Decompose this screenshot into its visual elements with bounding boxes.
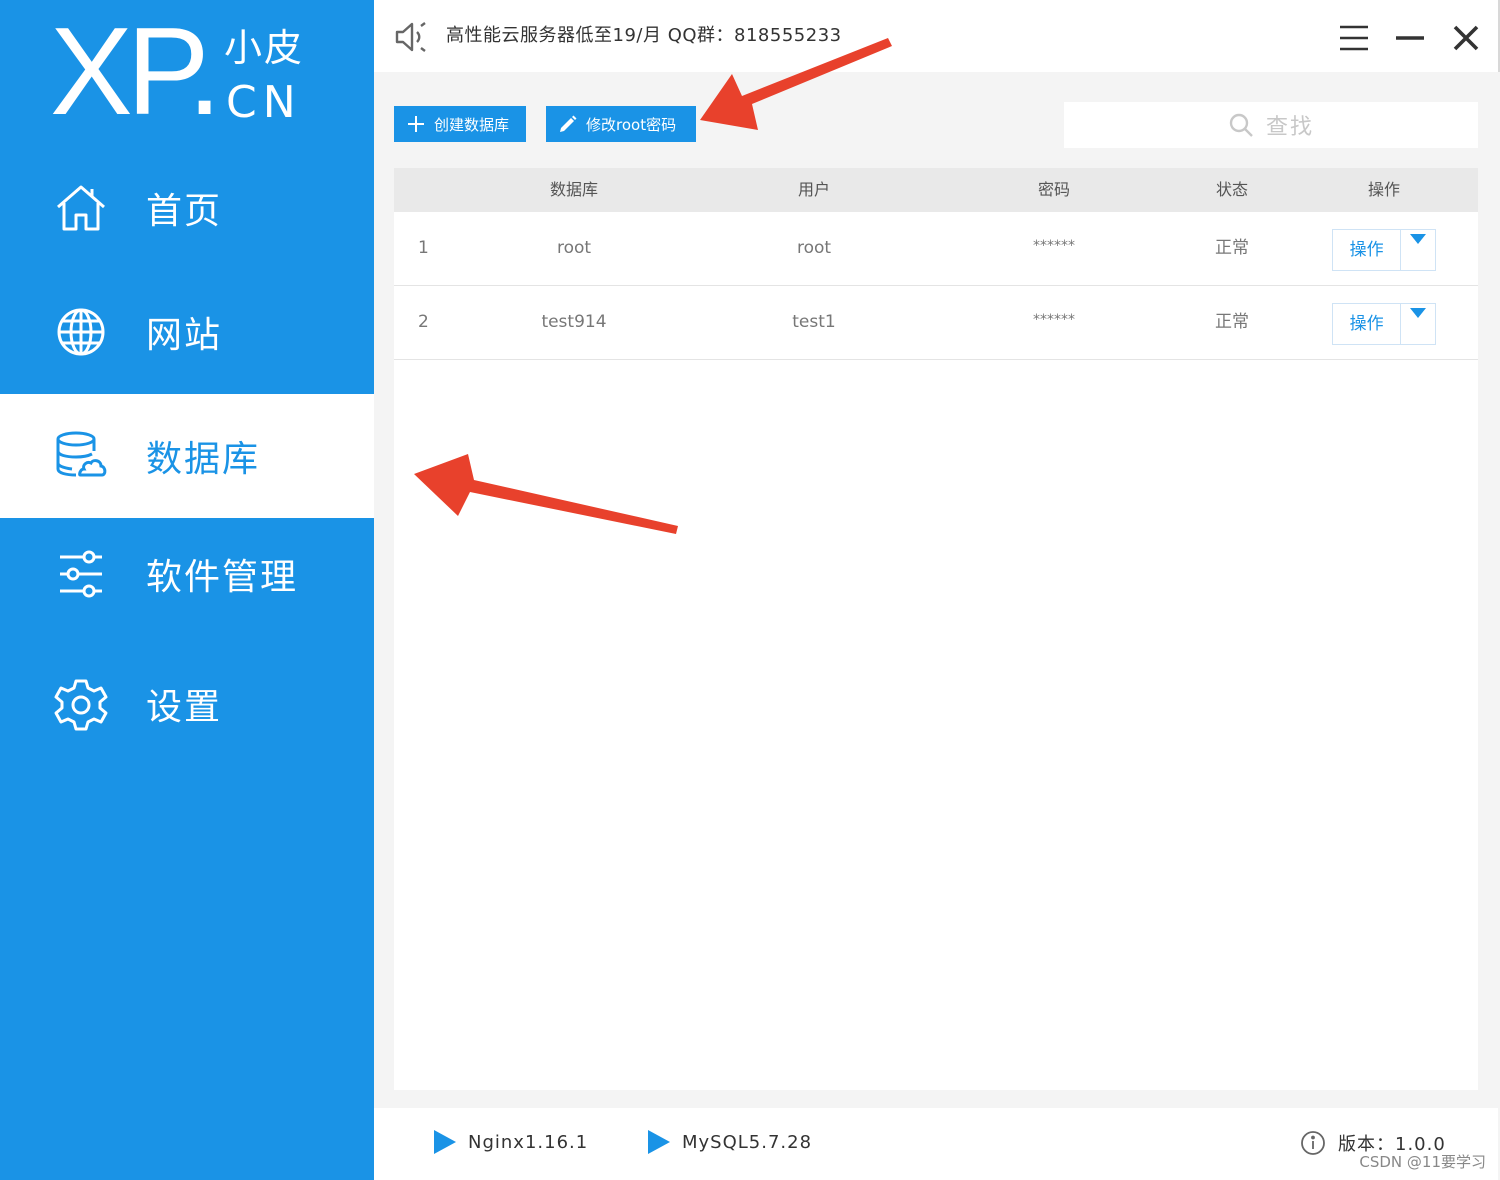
row-action-button[interactable]: 操作 <box>1333 230 1402 270</box>
sidebar-item-label: 首页 <box>146 191 223 232</box>
sidebar-item-software[interactable]: 软件管理 <box>0 512 374 636</box>
search-icon <box>1229 113 1253 137</box>
sidebar-item-label: 软件管理 <box>146 557 299 598</box>
change-root-password-button[interactable]: 修改root密码 <box>546 106 696 142</box>
database-table: 数据库 用户 密码 状态 操作 1 root root ****** 正常 操作… <box>394 168 1478 1090</box>
row-action-button[interactable]: 操作 <box>1333 304 1402 344</box>
close-icon[interactable] <box>1450 22 1482 54</box>
sidebar-item-home[interactable]: 首页 <box>0 146 374 270</box>
logo-sub-bottom: CN <box>226 77 302 128</box>
table-header: 数据库 用户 密码 状态 操作 <box>394 168 1478 212</box>
sidebar-item-label: 设置 <box>146 687 223 728</box>
row-password: ****** <box>1033 238 1075 254</box>
create-database-label: 创建数据库 <box>434 115 510 134</box>
row-user: root <box>796 238 832 258</box>
mysql-version: MySQL5.7.28 <box>682 1131 813 1153</box>
row-action-group: 操作 <box>1332 303 1436 345</box>
search-placeholder: 查找 <box>1265 115 1314 140</box>
sidebar-item-website[interactable]: 网站 <box>0 270 374 394</box>
column-header-action: 操作 <box>1367 180 1400 199</box>
watermark: CSDN @11要学习 <box>1359 1153 1486 1171</box>
pencil-icon <box>560 115 577 132</box>
database-icon <box>56 431 107 477</box>
announcement-text[interactable]: 高性能云服务器低至19/月 QQ群：818555233 <box>446 22 842 50</box>
speaker-icon[interactable] <box>394 20 428 54</box>
column-header-database: 数据库 <box>549 180 598 199</box>
change-root-password-label: 修改root密码 <box>586 115 677 134</box>
sidebar-item-label: 网站 <box>146 315 223 356</box>
logo-sub-top: 小皮 <box>224 26 305 70</box>
play-icon <box>434 1130 456 1154</box>
row-index: 1 <box>418 238 429 258</box>
info-icon <box>1301 1131 1325 1155</box>
mysql-status[interactable]: MySQL5.7.28 <box>648 1130 812 1154</box>
table-row: 2 test914 test1 ****** 正常 操作 <box>394 286 1478 360</box>
status-bar: Nginx1.16.1 MySQL5.7.28 版本：1.0.0 <box>374 1108 1498 1180</box>
caret-down-icon <box>1410 234 1427 244</box>
row-database: root <box>556 238 592 258</box>
main-panel: 高性能云服务器低至19/月 QQ群：818555233 创建数据库 修改root… <box>374 0 1500 1180</box>
row-database: test914 <box>541 312 607 332</box>
sidebar-item-settings[interactable]: 设置 <box>0 642 374 766</box>
play-icon <box>648 1130 670 1154</box>
column-header-status: 状态 <box>1215 180 1248 199</box>
row-action-dropdown[interactable] <box>1401 304 1435 344</box>
row-password: ****** <box>1033 312 1075 328</box>
nginx-version: Nginx1.16.1 <box>468 1131 589 1153</box>
row-action-dropdown[interactable] <box>1401 230 1435 270</box>
sidebar-item-database[interactable]: 数据库 <box>0 394 374 518</box>
sidebar: XP. 小皮 CN 首页 网站 数据库 软件管理 设置 <box>0 0 374 1180</box>
row-action-group: 操作 <box>1332 229 1436 271</box>
globe-icon <box>57 308 105 356</box>
column-header-password: 密码 <box>1037 180 1070 199</box>
menu-icon[interactable] <box>1338 22 1370 54</box>
gear-icon <box>54 679 108 731</box>
logo-main: XP. <box>50 3 222 141</box>
row-index: 2 <box>418 312 429 332</box>
sliders-icon <box>60 550 102 598</box>
caret-down-icon <box>1410 308 1427 318</box>
sidebar-item-label: 数据库 <box>146 439 261 480</box>
table-row: 1 root root ****** 正常 操作 <box>394 212 1478 286</box>
row-status: 正常 <box>1215 312 1249 332</box>
plus-icon <box>408 116 424 132</box>
minimize-icon[interactable] <box>1394 22 1426 54</box>
search-input[interactable]: 查找 <box>1064 102 1478 148</box>
column-header-user: 用户 <box>797 180 830 199</box>
nginx-status[interactable]: Nginx1.16.1 <box>434 1130 588 1154</box>
top-bar: 高性能云服务器低至19/月 QQ群：818555233 <box>374 0 1500 72</box>
home-icon <box>57 185 105 231</box>
row-user: test1 <box>792 312 836 332</box>
row-status: 正常 <box>1215 238 1249 258</box>
app-logo: XP. 小皮 CN <box>50 10 350 138</box>
create-database-button[interactable]: 创建数据库 <box>394 106 526 142</box>
